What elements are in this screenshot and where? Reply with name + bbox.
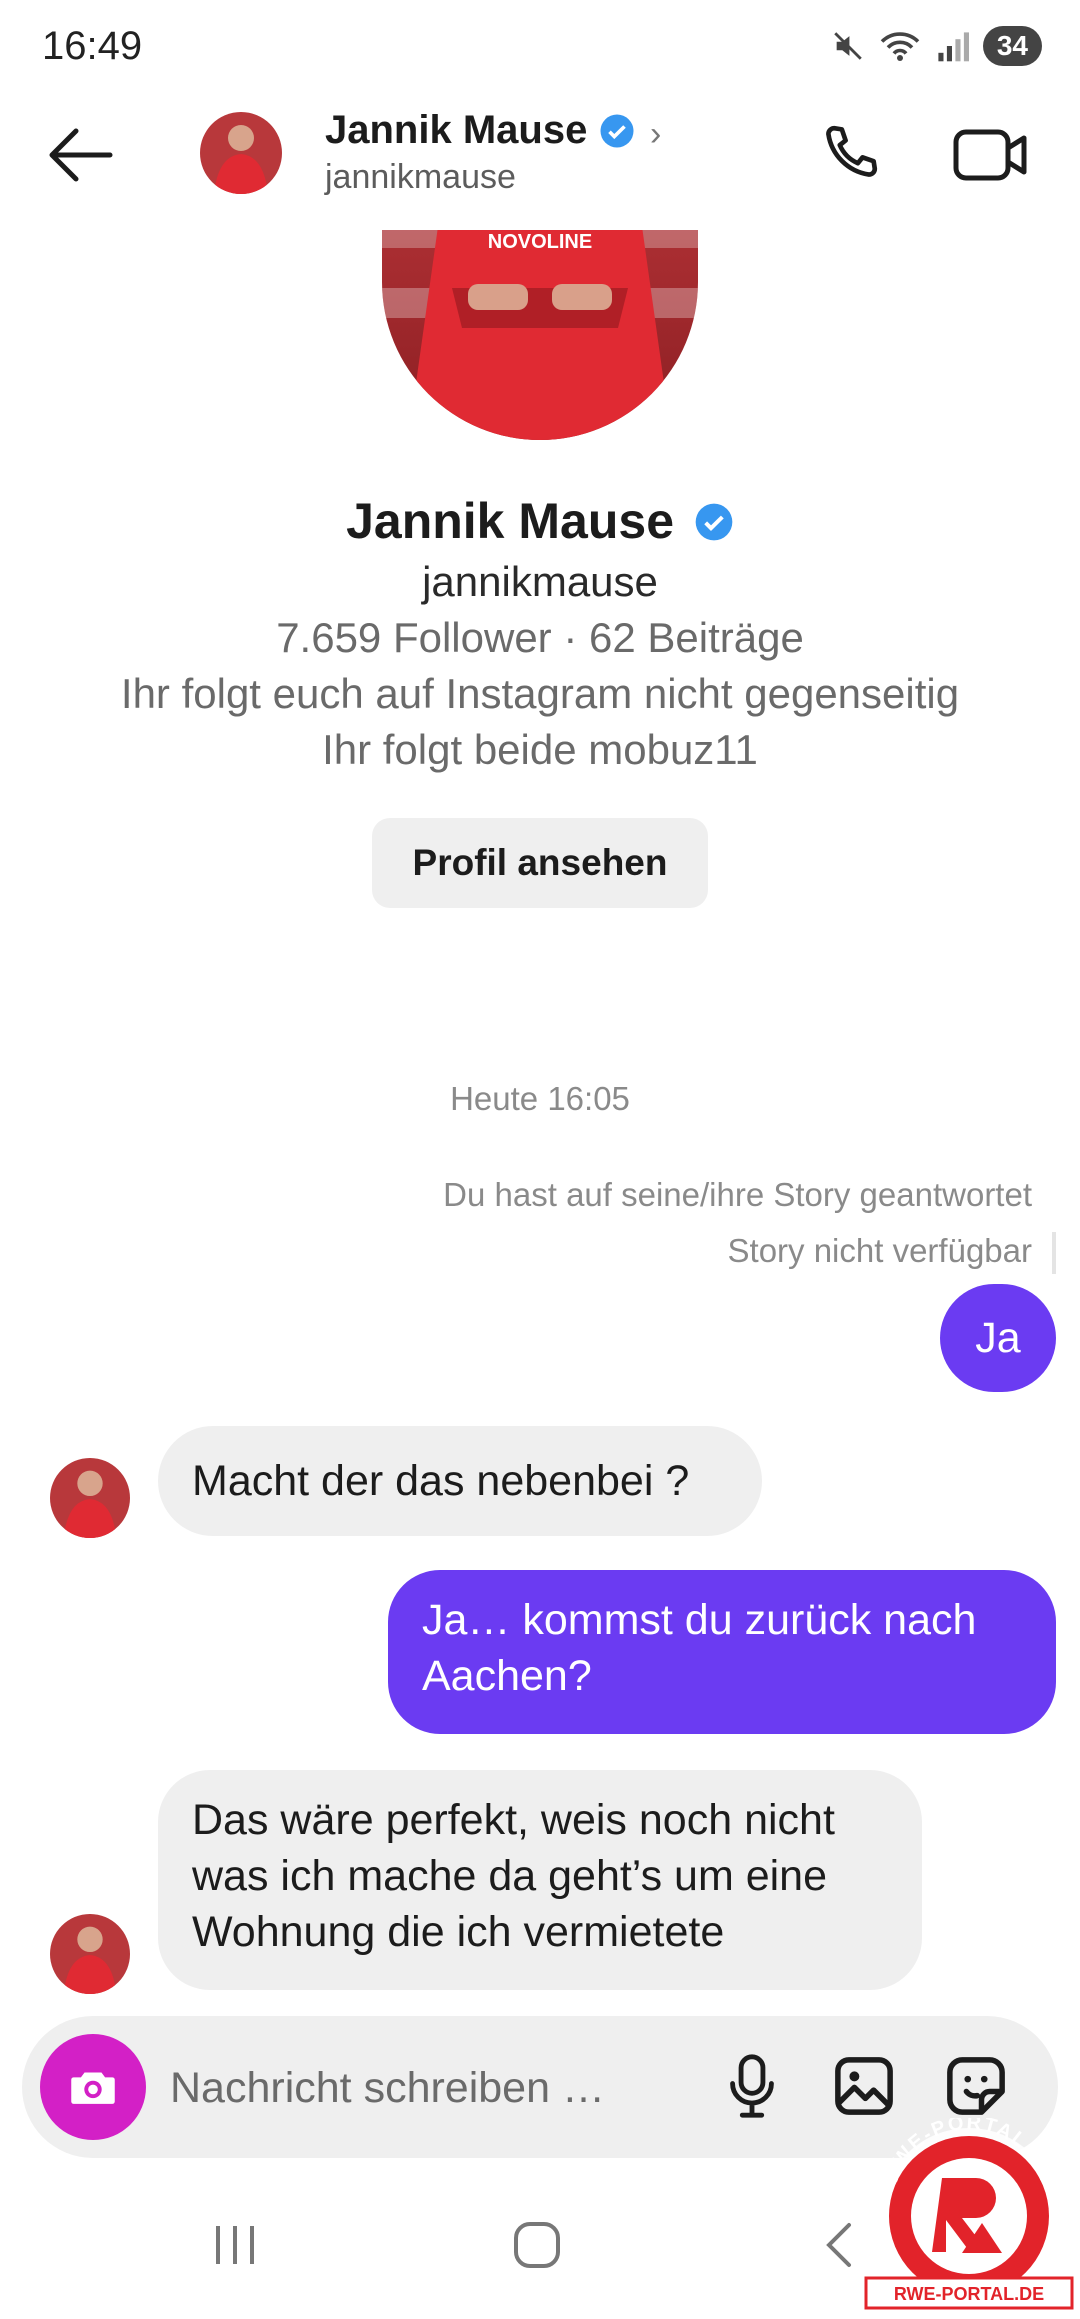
message-text: Ja… kommst du zurück nach Aachen?	[422, 1596, 977, 1700]
nav-recent-button[interactable]	[190, 2210, 280, 2280]
message-avatar[interactable]	[50, 1914, 130, 1994]
gallery-button[interactable]	[824, 2046, 904, 2126]
phone-icon	[826, 125, 878, 177]
video-call-button[interactable]	[950, 120, 1030, 190]
mutual-follow: Ihr folgt beide mobuz11	[322, 726, 758, 773]
home-icon	[514, 2222, 560, 2268]
message-bubble-incoming[interactable]: Macht der das nebenbei ?	[158, 1426, 762, 1536]
message-text: Macht der das nebenbei ?	[192, 1457, 690, 1505]
message-text: Das wäre perfekt, weis noch nicht was ic…	[192, 1796, 835, 1956]
wifi-icon	[880, 32, 920, 61]
message-bubble-outgoing[interactable]: Ja	[940, 1284, 1056, 1392]
video-camera-icon	[953, 129, 1027, 181]
profile-name-row: Jannik Mause	[0, 492, 1080, 550]
jersey-sponsor: NOVOLINE	[488, 231, 592, 253]
status-icons: 34	[831, 26, 1042, 66]
image-icon	[835, 2057, 893, 2115]
chevron-right-icon[interactable]: ›	[650, 115, 661, 154]
back-arrow-icon	[49, 128, 113, 182]
message-text: Ja	[975, 1314, 1021, 1362]
verified-badge-icon	[600, 114, 634, 147]
header-name-row[interactable]: Jannik Mause	[325, 108, 635, 153]
status-time: 16:49	[42, 24, 143, 68]
signal-icon	[938, 32, 969, 62]
sticker-icon	[947, 2057, 1005, 2115]
message-input[interactable]	[168, 2050, 692, 2126]
header-name: Jannik Mause	[325, 108, 588, 152]
mute-icon	[834, 32, 862, 60]
view-profile-button[interactable]: Profil ansehen	[372, 818, 708, 908]
microphone-icon	[730, 2054, 774, 2118]
header-username: jannikmause	[325, 158, 516, 196]
header-avatar[interactable]	[200, 112, 282, 194]
message-bubble-incoming[interactable]: Das wäre perfekt, weis noch nicht was ic…	[158, 1770, 922, 1990]
profile-name: Jannik Mause	[346, 493, 674, 549]
watermark-bottom-text: RWE-PORTAL.DE	[894, 2284, 1044, 2304]
call-button[interactable]	[815, 118, 885, 188]
voice-message-button[interactable]	[712, 2046, 792, 2126]
battery-indicator: 34	[982, 26, 1042, 66]
nav-back-icon	[826, 2223, 851, 2267]
follow-status: Ihr folgt euch auf Instagram nicht gegen…	[120, 670, 960, 717]
rwe-portal-watermark: RWE-PORTAL.DE RWE-PORTAL.DE	[862, 2112, 1076, 2314]
recent-apps-icon	[216, 2226, 254, 2264]
camera-icon	[71, 2072, 115, 2104]
header-bar	[0, 80, 1080, 230]
sticker-button[interactable]	[936, 2046, 1016, 2126]
story-reply-bar	[1052, 1232, 1056, 1274]
camera-button[interactable]	[40, 2034, 146, 2140]
profile-stats: 7.659 Follower · 62 Beiträge	[276, 614, 804, 661]
message-bubble-outgoing[interactable]: Ja… kommst du zurück nach Aachen?	[388, 1570, 1056, 1734]
message-timestamp: Heute 16:05	[450, 1080, 630, 1117]
verified-badge-icon	[695, 503, 733, 541]
back-button[interactable]	[40, 120, 120, 190]
message-avatar[interactable]	[50, 1458, 130, 1538]
profile-username: jannikmause	[422, 558, 658, 605]
nav-home-button[interactable]	[492, 2210, 582, 2280]
story-unavailable: Story nicht verfügbar	[727, 1232, 1032, 1269]
story-reply-note: Du hast auf seine/ihre Story geantwortet	[443, 1176, 1032, 1213]
